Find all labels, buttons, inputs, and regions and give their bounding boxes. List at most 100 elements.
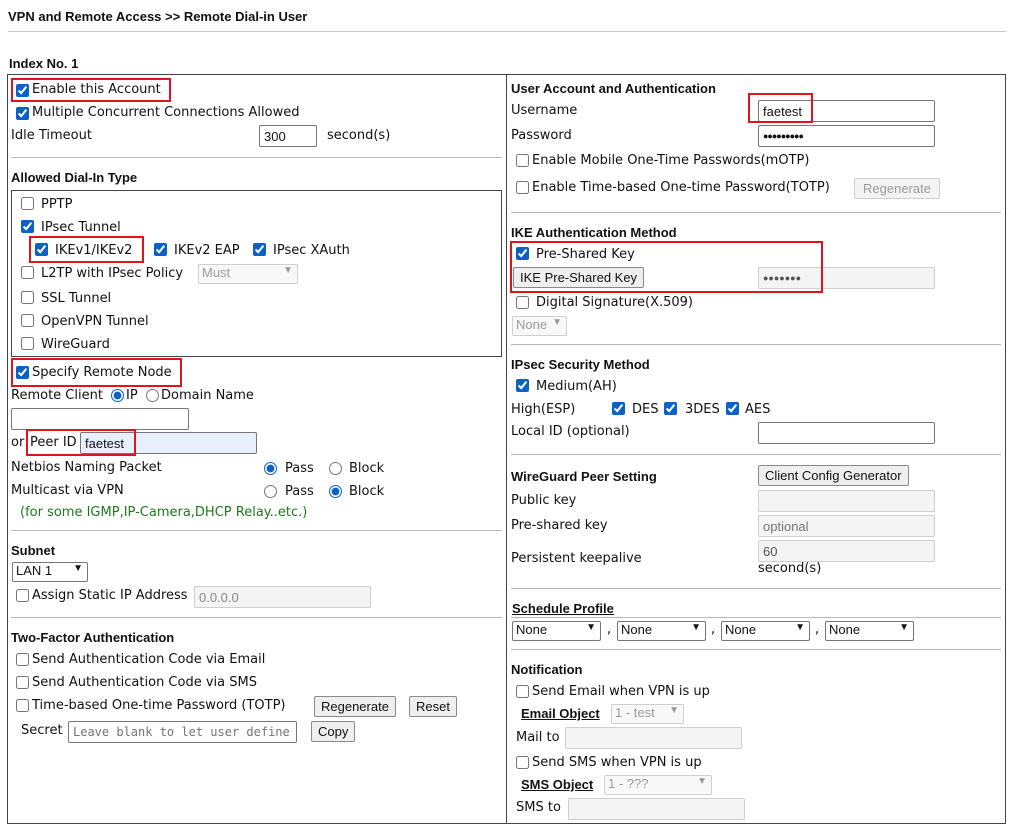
secret-input[interactable]	[68, 721, 297, 743]
schedule-select-2[interactable]: None ▼	[617, 621, 706, 641]
subnet-select[interactable]: LAN 1 ▼	[12, 562, 88, 582]
aes-label: AES	[745, 402, 771, 417]
send-sms-code-checkbox[interactable]	[16, 676, 29, 689]
ipsec-xauth-checkbox[interactable]	[253, 243, 266, 256]
totp-checkbox[interactable]	[16, 699, 29, 712]
digital-signature-select[interactable]: None ▼	[512, 316, 567, 336]
multiple-connections-checkbox[interactable]	[16, 107, 29, 120]
ipsec-xauth-label: IPsec XAuth	[273, 243, 350, 258]
schedule-select-3[interactable]: None ▼	[721, 621, 810, 641]
netbios-pass-radio[interactable]	[264, 462, 277, 475]
l2tp-checkbox[interactable]	[21, 266, 34, 279]
secret-label: Secret	[21, 723, 63, 738]
sms-object-select[interactable]: 1 - ??? ▼	[604, 775, 712, 795]
des-checkbox[interactable]	[612, 402, 625, 415]
left-divider-1	[11, 157, 502, 158]
ipsec-tunnel-checkbox[interactable]	[21, 220, 34, 233]
column-divider	[506, 74, 507, 824]
medium-ah-label: Medium(AH)	[536, 379, 617, 394]
regenerate-button[interactable]: Regenerate	[314, 696, 396, 717]
client-config-button[interactable]: Client Config Generator	[758, 465, 909, 486]
email-object-link[interactable]: Email Object	[521, 706, 600, 721]
mail-to-input[interactable]	[565, 727, 742, 749]
send-email-code-checkbox[interactable]	[16, 653, 29, 666]
static-ip-input[interactable]	[194, 586, 371, 608]
schedule-comma-1: ,	[607, 622, 612, 637]
regenerate-totp-button[interactable]: Regenerate	[854, 178, 940, 199]
digital-signature-value: None	[516, 317, 548, 332]
send-email-code-label: Send Authentication Code via Email	[32, 652, 266, 667]
send-sms-up-checkbox[interactable]	[516, 756, 529, 769]
remote-client-input[interactable]	[11, 408, 189, 430]
ikev2-eap-checkbox[interactable]	[154, 243, 167, 256]
enable-totp-checkbox[interactable]	[516, 181, 529, 194]
send-sms-code-label: Send Authentication Code via SMS	[32, 675, 257, 690]
left-divider-2	[11, 530, 502, 531]
highlight-ikev1-ikev2	[29, 236, 144, 263]
highlight-enable-account	[11, 78, 171, 102]
pptp-checkbox[interactable]	[21, 197, 34, 210]
3des-checkbox[interactable]	[664, 402, 677, 415]
wireguard-label: WireGuard	[41, 337, 110, 352]
remote-client-domain-label: Domain Name	[161, 388, 254, 403]
schedule-select-4[interactable]: None ▼	[825, 621, 914, 641]
right-divider-6	[511, 649, 1001, 650]
openvpn-checkbox[interactable]	[21, 314, 34, 327]
highlight-psk	[510, 241, 823, 293]
password-input[interactable]	[758, 125, 935, 147]
right-divider-5	[511, 617, 1001, 618]
send-sms-up-label: Send SMS when VPN is up	[532, 755, 702, 770]
username-label: Username	[511, 103, 578, 118]
high-esp-label: High(ESP)	[511, 402, 576, 417]
email-object-value: 1 - test	[615, 705, 655, 720]
wireguard-checkbox[interactable]	[21, 337, 34, 350]
mobile-otp-label: Enable Mobile One-Time Passwords(mOTP)	[532, 153, 810, 168]
l2tp-policy-value: Must	[202, 265, 231, 280]
chevron-down-icon: ▼	[73, 563, 83, 574]
highlight-username	[748, 93, 813, 123]
copy-button[interactable]: Copy	[311, 721, 356, 742]
schedule-select-1[interactable]: None ▼	[512, 621, 601, 641]
netbios-block-radio[interactable]	[329, 462, 342, 475]
remote-client-domain-radio[interactable]	[146, 389, 159, 402]
keepalive-input[interactable]	[758, 540, 935, 562]
idle-timeout-input[interactable]	[259, 125, 317, 147]
3des-label: 3DES	[685, 402, 720, 417]
medium-ah-checkbox[interactable]	[516, 379, 529, 392]
right-divider-3	[511, 454, 1001, 455]
schedule-value-2: None	[621, 622, 653, 637]
send-email-up-checkbox[interactable]	[516, 685, 529, 698]
aes-checkbox[interactable]	[726, 402, 739, 415]
sms-to-label: SMS to	[516, 800, 561, 815]
public-key-input[interactable]	[758, 490, 935, 512]
ikev2-eap-label: IKEv2 EAP	[174, 243, 240, 258]
page-title: VPN and Remote Access >> Remote Dial-in …	[8, 9, 308, 24]
twofa-title: Two-Factor Authentication	[11, 630, 175, 645]
ssl-tunnel-checkbox[interactable]	[21, 291, 34, 304]
chevron-down-icon: ▼	[283, 265, 293, 276]
l2tp-policy-select[interactable]: Must ▼	[198, 264, 298, 284]
mobile-otp-checkbox[interactable]	[516, 154, 529, 167]
chevron-down-icon: ▼	[697, 776, 707, 787]
multicast-pass-radio[interactable]	[264, 485, 277, 498]
notification-title: Notification	[511, 662, 583, 677]
title-divider	[8, 31, 1006, 32]
sms-to-input[interactable]	[568, 798, 745, 820]
sms-object-link[interactable]: SMS Object	[521, 777, 593, 792]
email-object-select[interactable]: 1 - test ▼	[611, 704, 684, 724]
remote-client-label: Remote Client	[11, 388, 103, 403]
remote-client-ip-radio[interactable]	[111, 389, 124, 402]
digital-signature-checkbox[interactable]	[516, 296, 529, 309]
chevron-down-icon: ▼	[691, 622, 701, 633]
preshared-key-input[interactable]	[758, 515, 935, 537]
schedule-title[interactable]: Schedule Profile	[512, 601, 614, 616]
multicast-block-radio[interactable]	[329, 485, 342, 498]
assign-static-checkbox[interactable]	[16, 589, 29, 602]
assign-static-label: Assign Static IP Address	[32, 588, 188, 603]
remote-client-ip-label: IP	[126, 388, 138, 403]
dialin-type-title: Allowed Dial-In Type	[11, 170, 138, 185]
idle-timeout-unit: second(s)	[327, 128, 391, 143]
idle-timeout-label: Idle Timeout	[11, 128, 92, 143]
reset-button[interactable]: Reset	[409, 696, 457, 717]
local-id-input[interactable]	[758, 422, 935, 444]
